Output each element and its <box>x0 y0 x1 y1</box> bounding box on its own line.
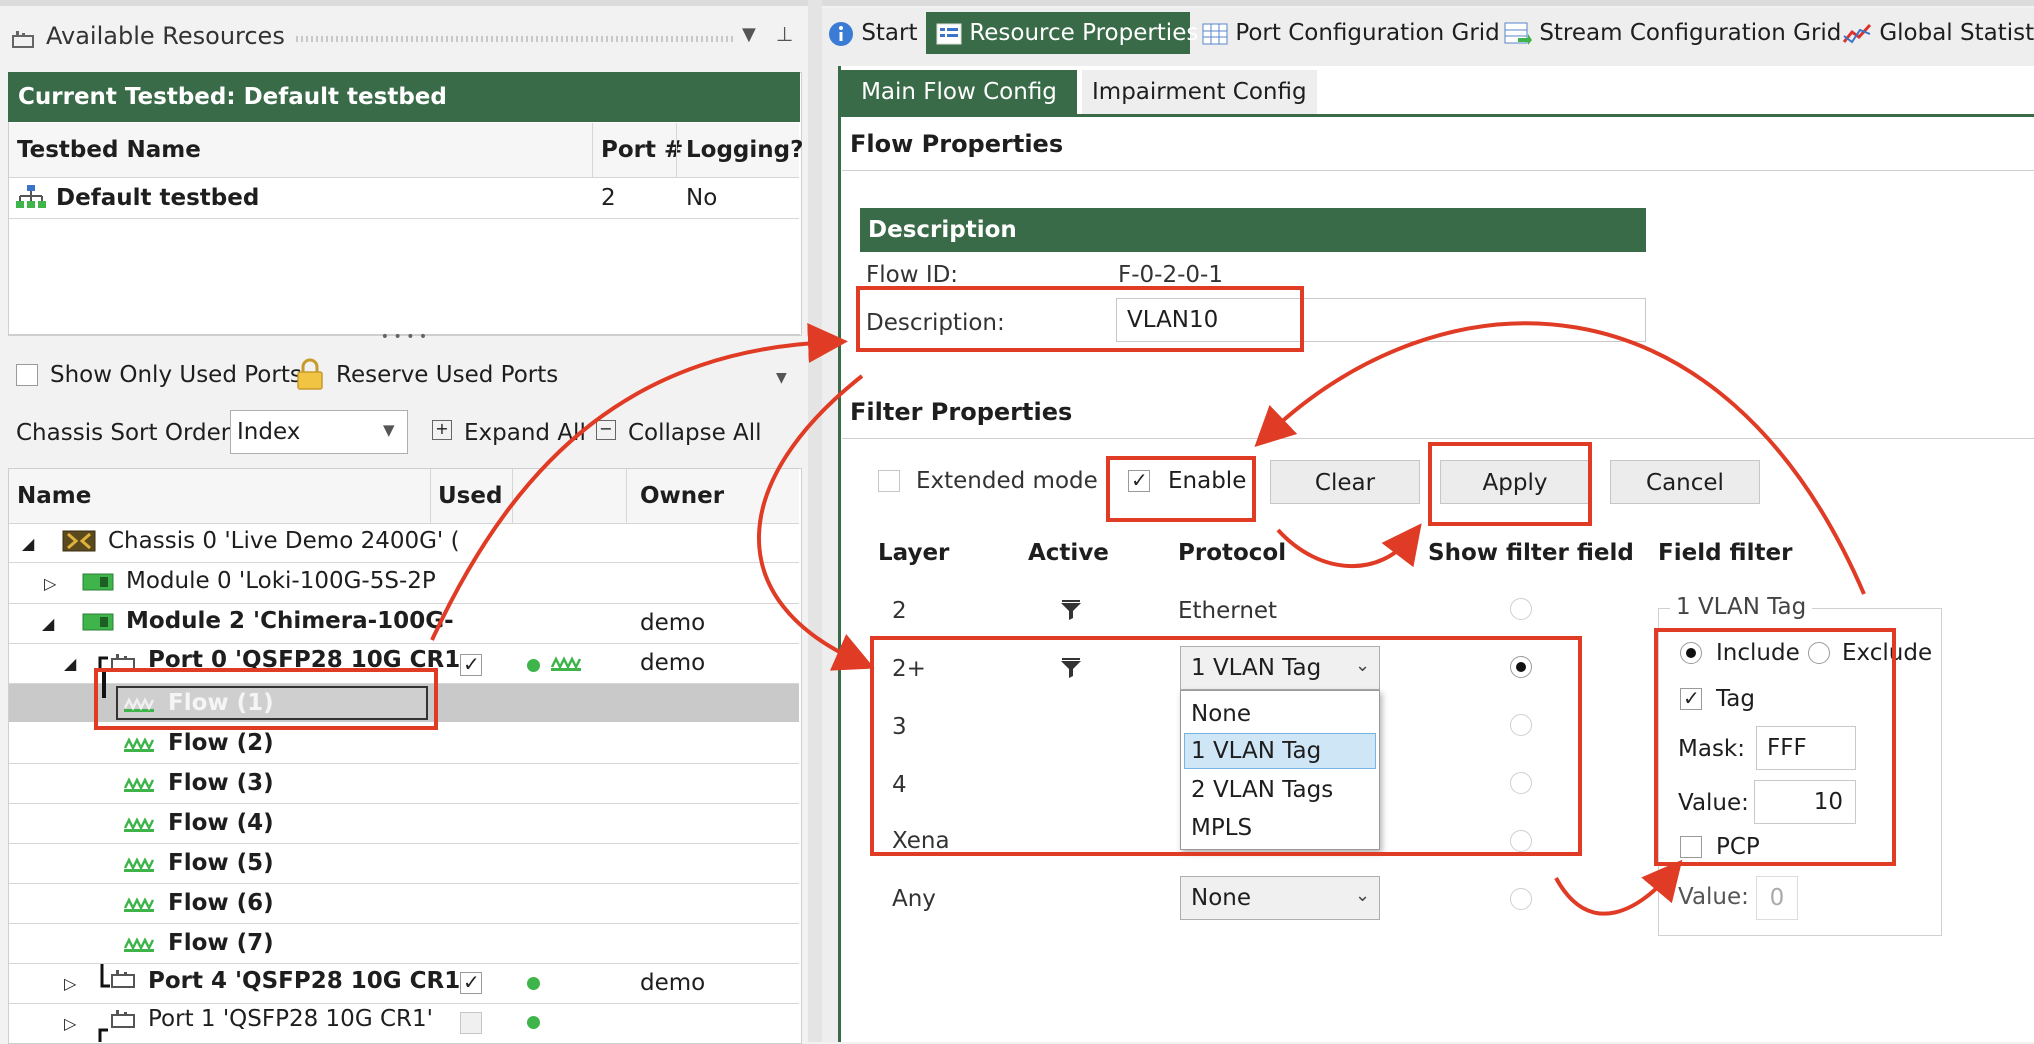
arrow-layers-to-field <box>1554 859 1683 916</box>
arrow-flow-to-description <box>430 323 848 641</box>
arrow-enable-to-apply <box>1276 523 1422 568</box>
annotation-arrows <box>430 321 1866 916</box>
arrow-description-to-layers <box>757 374 875 671</box>
arrow-field-to-enable <box>1254 321 1866 595</box>
